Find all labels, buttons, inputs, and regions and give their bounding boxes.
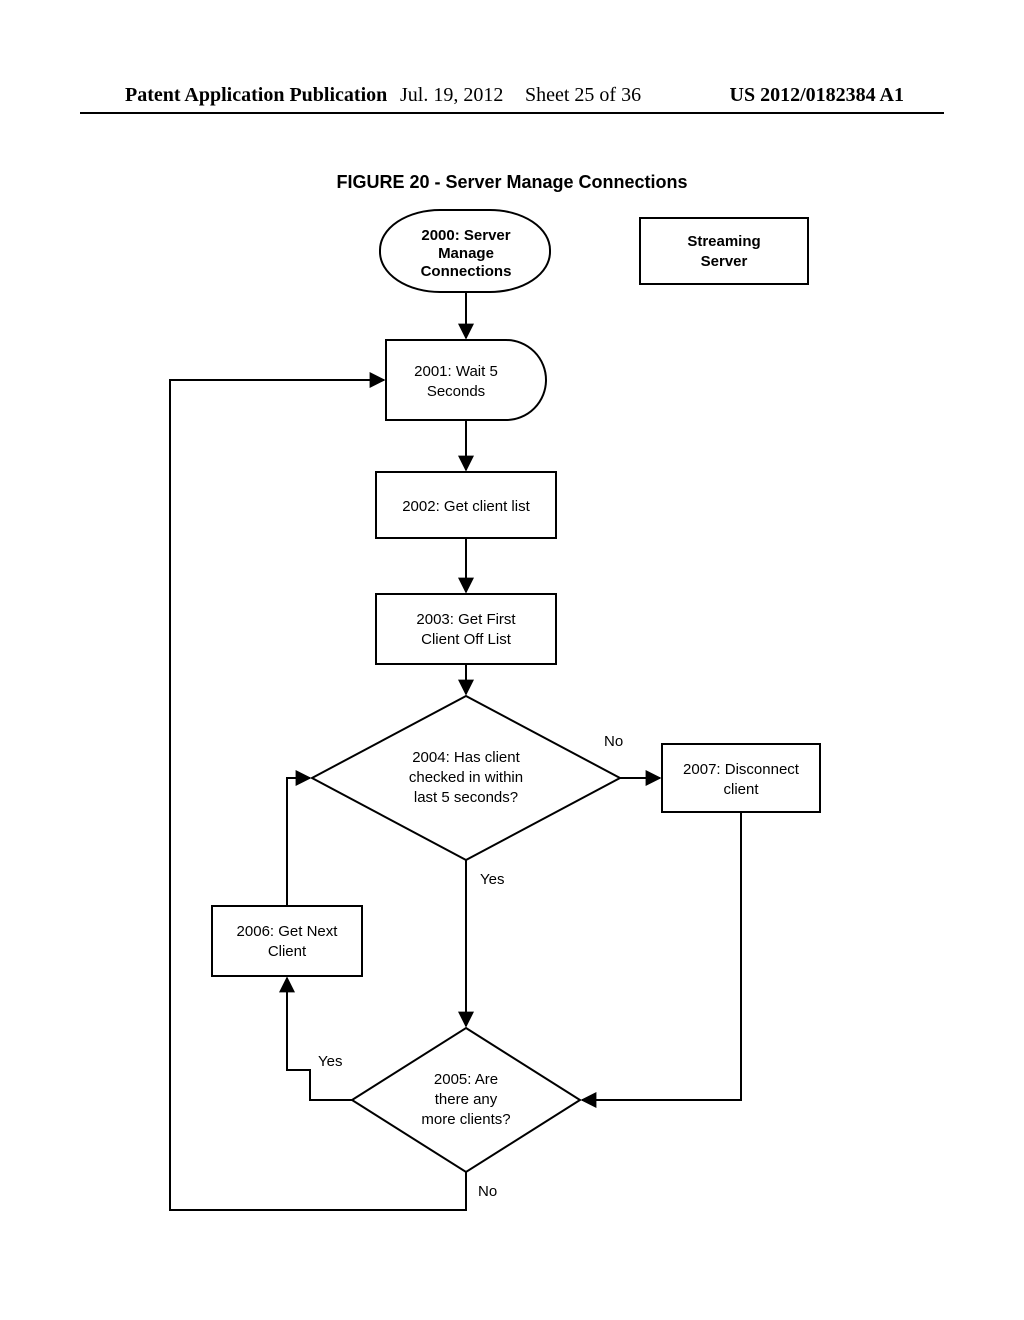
node-2000-server-manage-connections: 2000: Server Manage Connections [380, 210, 550, 292]
node-2003-get-first-client: 2003: Get First Client Off List [376, 594, 556, 664]
node-2000-text-l1: 2000: Server [421, 227, 510, 244]
label-2004-yes: Yes [480, 871, 504, 888]
edge-2005-yes-2006 [287, 978, 352, 1100]
node-2007-disconnect-client: 2007: Disconnect client [662, 744, 820, 812]
node-2005-text-l1: 2005: Are [434, 1071, 498, 1088]
edge-2004-no-2007: No [604, 733, 660, 778]
node-2004-has-client-checked-in: 2004: Has client checked in within last … [312, 696, 620, 860]
node-2004-text-l2: checked in within [409, 769, 523, 786]
node-2007-text-l1: 2007: Disconnect [683, 761, 800, 778]
flowchart: 2000: Server Manage Connections Streamin… [0, 200, 1024, 1320]
publication-date: Jul. 19, 2012 [400, 84, 503, 107]
node-2001-text-l1: 2001: Wait 5 [414, 363, 498, 380]
sheet-number: Sheet 25 of 36 [525, 84, 641, 107]
edge-2007-2005 [582, 812, 741, 1100]
node-2006-text-l1: 2006: Get Next [237, 923, 339, 940]
node-2006-get-next-client: 2006: Get Next Client [212, 906, 362, 976]
node-2001-wait-5-seconds: 2001: Wait 5 Seconds [386, 340, 546, 420]
header-rule [80, 112, 944, 114]
figure-title: FIGURE 20 - Server Manage Connections [0, 172, 1024, 193]
node-2006-text-l2: Client [268, 943, 307, 960]
page-root: Patent Application Publication Jul. 19, … [0, 0, 1024, 1320]
node-2000-text-l3: Connections [421, 263, 512, 280]
label-2005-yes: Yes [318, 1053, 342, 1070]
node-2007-text-l2: client [723, 781, 759, 798]
node-2002-text: 2002: Get client list [402, 498, 530, 515]
node-streaming-text-l1: Streaming [687, 233, 760, 250]
node-2003-text-l2: Client Off List [421, 631, 512, 648]
publication-number: US 2012/0182384 A1 [730, 84, 904, 107]
node-2004-text-l3: last 5 seconds? [414, 789, 518, 806]
node-2004-text-l1: 2004: Has client [412, 749, 520, 766]
edge-2006-2004 [287, 778, 310, 906]
node-streaming-text-l2: Server [701, 253, 748, 270]
node-2003-text-l1: 2003: Get First [416, 611, 516, 628]
node-2000-text-l2: Manage [438, 245, 494, 262]
node-2002-get-client-list: 2002: Get client list [376, 472, 556, 538]
label-2005-no: No [478, 1183, 497, 1200]
node-2001-text-l2: Seconds [427, 383, 485, 400]
node-2005-text-l3: more clients? [421, 1111, 510, 1128]
node-2005-text-l2: there any [435, 1091, 498, 1108]
node-streaming-server: Streaming Server [640, 218, 808, 284]
label-2004-no: No [604, 733, 623, 750]
node-2005-any-more-clients: 2005: Are there any more clients? [352, 1028, 580, 1172]
publication-label: Patent Application Publication [125, 84, 387, 107]
